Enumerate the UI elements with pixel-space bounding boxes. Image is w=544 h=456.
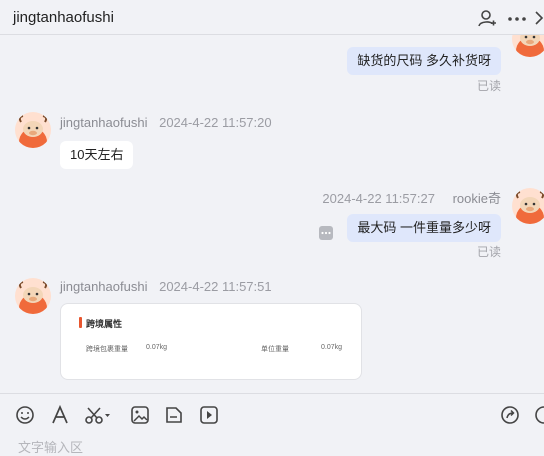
- bull-avatar-icon: [18, 281, 48, 314]
- avatar[interactable]: [512, 188, 544, 224]
- read-status: 已读: [476, 245, 501, 259]
- product-attributes-card[interactable]: 跨境属性 跨境包裹重量 0.07kg 单位重量 0.07kg: [60, 303, 362, 380]
- add-user-icon[interactable]: [477, 8, 497, 28]
- card-title: 跨境属性: [86, 319, 123, 329]
- message-bubble[interactable]: 缺货的尺码 多久补货呀: [347, 47, 501, 75]
- expand-icon[interactable]: [534, 8, 544, 28]
- sender-name: jingtanhaofushi: [60, 279, 148, 294]
- timestamp: 2024-4-22 11:57:20: [159, 115, 272, 130]
- message-meta: jingtanhaofushi 2024-4-22 11:57:51: [60, 279, 272, 294]
- message-bubble[interactable]: 最大码 一件重量多少呀: [347, 214, 501, 242]
- timestamp: 2024-4-22 11:57:27: [322, 191, 435, 206]
- bull-avatar-icon: [516, 35, 544, 57]
- card-value: 0.07kg: [146, 344, 168, 351]
- bull-avatar-icon: [18, 115, 48, 148]
- sender-name: jingtanhaofushi: [60, 115, 148, 130]
- avatar[interactable]: [512, 35, 544, 57]
- chat-title: jingtanhaofushi: [13, 9, 114, 26]
- sender-name: rookie奇: [452, 191, 501, 206]
- message-meta: jingtanhaofushi 2024-4-22 11:57:20: [60, 115, 272, 130]
- card-label: 单位重量: [261, 346, 289, 353]
- avatar[interactable]: [15, 112, 51, 148]
- card-label: 跨境包裹重量: [86, 346, 128, 353]
- share-icon[interactable]: [500, 405, 520, 425]
- timestamp: 2024-4-22 11:57:51: [159, 279, 272, 294]
- avatar[interactable]: [15, 278, 51, 314]
- message-bubble[interactable]: 10天左右: [60, 141, 134, 169]
- card-value: 0.07kg: [321, 344, 343, 351]
- font-icon[interactable]: [50, 405, 70, 425]
- message-meta: 2024-4-22 11:57:27 rookie奇: [322, 188, 501, 207]
- image-icon[interactable]: [130, 405, 150, 425]
- quick-reply-icon[interactable]: [534, 405, 544, 425]
- card-accent-bar: [79, 317, 82, 328]
- input-toolbar: [0, 393, 544, 436]
- message-more-icon[interactable]: [319, 226, 333, 240]
- bull-avatar-icon: [515, 191, 544, 224]
- emoji-icon[interactable]: [15, 405, 35, 425]
- scissors-icon[interactable]: [84, 405, 112, 425]
- video-icon[interactable]: [199, 405, 219, 425]
- more-horizontal-icon[interactable]: [507, 8, 527, 28]
- file-icon[interactable]: [164, 405, 184, 425]
- chat-header: jingtanhaofushi: [0, 0, 544, 35]
- read-status: 已读: [476, 79, 501, 93]
- message-list[interactable]: 缺货的尺码 多久补货呀 已读 jingtanhaofushi 2024-4-22…: [0, 35, 544, 393]
